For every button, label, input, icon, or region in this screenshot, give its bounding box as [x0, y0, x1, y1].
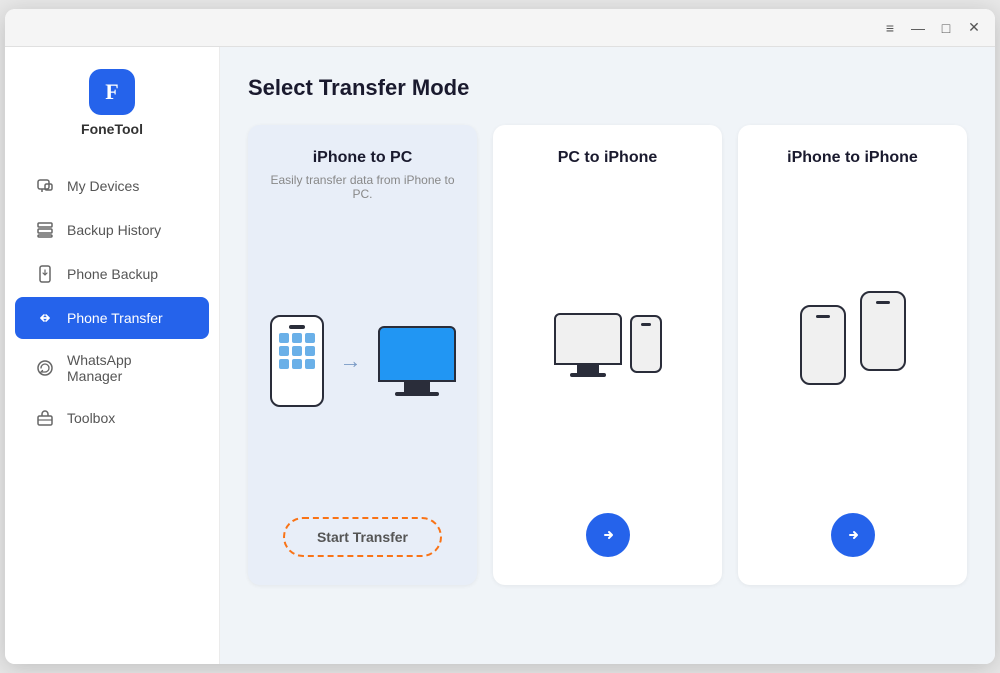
sidebar-item-backup-history-label: Backup History — [67, 222, 161, 238]
backup-history-icon — [35, 220, 55, 240]
sidebar-item-my-devices-label: My Devices — [67, 178, 139, 194]
iphone-to-pc-illustration: → — [268, 225, 457, 497]
pc-to-iphone-arrow-button[interactable] — [586, 513, 630, 557]
sidebar-item-my-devices[interactable]: My Devices — [15, 165, 209, 207]
cards-row: iPhone to PC Easily transfer data from i… — [248, 125, 967, 585]
minimize-button[interactable]: — — [911, 21, 925, 35]
start-transfer-button[interactable]: Start Transfer — [283, 517, 442, 557]
sidebar: F FoneTool My Devices — [5, 47, 220, 664]
iphone-to-pc-title: iPhone to PC — [313, 149, 413, 167]
maximize-button[interactable]: □ — [939, 21, 953, 35]
iphone-to-iphone-illustration — [758, 197, 947, 493]
whatsapp-manager-icon — [35, 358, 55, 378]
iphone-to-iphone-title: iPhone to iPhone — [787, 149, 918, 167]
phone-transfer-icon — [35, 308, 55, 328]
logo-area: F FoneTool — [5, 47, 219, 155]
close-button[interactable]: ✕ — [967, 21, 981, 35]
sidebar-item-toolbox[interactable]: Toolbox — [15, 397, 209, 439]
sidebar-item-phone-transfer-label: Phone Transfer — [67, 310, 163, 326]
iphone-to-pc-card: iPhone to PC Easily transfer data from i… — [248, 125, 477, 585]
my-devices-icon — [35, 176, 55, 196]
toolbox-icon — [35, 408, 55, 428]
sidebar-item-backup-history[interactable]: Backup History — [15, 209, 209, 251]
iphone-to-iphone-card: iPhone to iPhone — [738, 125, 967, 585]
title-bar: ≡ — □ ✕ — [5, 9, 995, 47]
app-body: F FoneTool My Devices — [5, 47, 995, 664]
app-name-label: FoneTool — [81, 121, 143, 137]
sidebar-item-toolbox-label: Toolbox — [67, 410, 115, 426]
app-window: ≡ — □ ✕ F FoneTool — [5, 9, 995, 664]
iphone-to-iphone-arrow-button[interactable] — [831, 513, 875, 557]
phone-backup-icon — [35, 264, 55, 284]
menu-button[interactable]: ≡ — [883, 21, 897, 35]
sidebar-item-whatsapp-manager-label: WhatsApp Manager — [67, 352, 189, 384]
nav-list: My Devices Backup History — [5, 155, 219, 664]
app-logo-icon: F — [89, 69, 135, 115]
sidebar-item-phone-backup[interactable]: Phone Backup — [15, 253, 209, 295]
sidebar-item-whatsapp-manager[interactable]: WhatsApp Manager — [15, 341, 209, 395]
pc-to-iphone-illustration — [513, 197, 702, 493]
page-title: Select Transfer Mode — [248, 75, 967, 101]
pc-to-iphone-card: PC to iPhone — [493, 125, 722, 585]
sidebar-item-phone-transfer[interactable]: Phone Transfer — [15, 297, 209, 339]
iphone-to-pc-desc: Easily transfer data from iPhone to PC. — [268, 173, 457, 201]
pc-to-iphone-title: PC to iPhone — [558, 149, 658, 167]
main-content: Select Transfer Mode iPhone to PC Easily… — [220, 47, 995, 664]
svg-text:F: F — [105, 79, 118, 104]
sidebar-item-phone-backup-label: Phone Backup — [67, 266, 158, 282]
